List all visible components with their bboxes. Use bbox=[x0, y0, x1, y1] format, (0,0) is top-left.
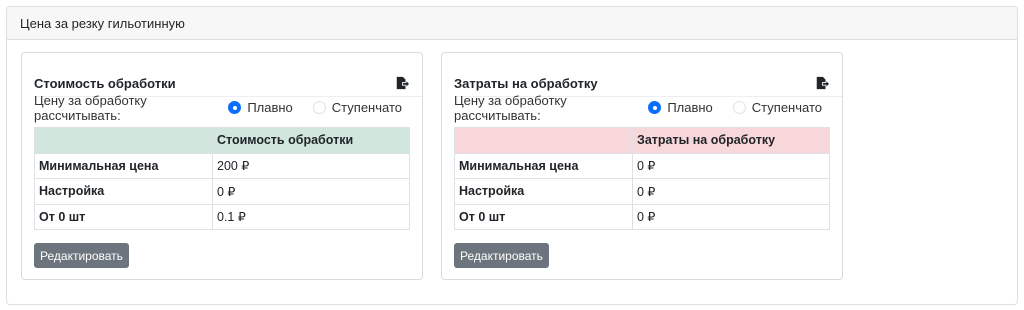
radio-smooth-label: Плавно bbox=[247, 100, 293, 115]
row-label: От 0 шт bbox=[454, 203, 633, 230]
processing-expenses-table: Затраты на обработку Минимальная цена 0 … bbox=[454, 127, 830, 230]
row-value: 0 ₽ bbox=[632, 178, 830, 205]
row-value: 0.1 ₽ bbox=[212, 203, 410, 230]
table-row: От 0 шт 0 ₽ bbox=[454, 203, 830, 230]
calc-mode-label: Цену за обработку рассчитывать: bbox=[34, 92, 147, 123]
table-row: Настройка 0 ₽ bbox=[454, 178, 830, 205]
radio-step-label: Ступенчато bbox=[331, 100, 402, 115]
row-value: 0 ₽ bbox=[632, 203, 830, 230]
row-label: От 0 шт bbox=[34, 203, 213, 230]
table-row: От 0 шт 0.1 ₽ bbox=[34, 203, 410, 230]
processing-cost-card: Стоимость обработки Цену за обработку ра… bbox=[21, 52, 423, 280]
radio-smooth-label: Плавно bbox=[667, 100, 713, 115]
radio-step-indicator[interactable] bbox=[312, 101, 326, 114]
processing-cost-table: Стоимость обработки Минимальная цена 200… bbox=[34, 127, 410, 230]
row-value: 0 ₽ bbox=[212, 178, 410, 205]
table-row: Минимальная цена 200 ₽ bbox=[34, 152, 410, 179]
calc-mode-row: Цену за обработку рассчитывать: Плавно С… bbox=[454, 93, 842, 123]
calc-mode-row: Цену за обработку рассчитывать: Плавно С… bbox=[34, 93, 422, 123]
card-title: Стоимость обработки bbox=[34, 75, 176, 91]
row-label: Минимальная цена bbox=[34, 152, 213, 179]
radio-step[interactable]: Ступенчато bbox=[732, 100, 822, 115]
row-label: Минимальная цена bbox=[454, 152, 633, 179]
card-title: Затраты на обработку bbox=[454, 75, 598, 91]
calc-mode-label: Цену за обработку рассчитывать: bbox=[454, 92, 567, 123]
table-header-row: Затраты на обработку bbox=[454, 127, 830, 154]
row-label: Настройка bbox=[454, 178, 633, 205]
radio-smooth-indicator[interactable] bbox=[228, 101, 242, 114]
radio-step-indicator[interactable] bbox=[732, 101, 746, 114]
edit-button[interactable]: Редактировать bbox=[454, 243, 549, 268]
file-export-icon[interactable] bbox=[394, 75, 410, 91]
guillotine-cutting-price-panel: Цена за резку гильотинную Стоимость обра… bbox=[6, 6, 1018, 305]
file-export-icon[interactable] bbox=[814, 75, 830, 91]
row-value: 0 ₽ bbox=[632, 152, 830, 179]
row-value: 200 ₽ bbox=[212, 152, 410, 179]
table-row: Настройка 0 ₽ bbox=[34, 178, 410, 205]
radio-step[interactable]: Ступенчато bbox=[312, 100, 402, 115]
edit-button[interactable]: Редактировать bbox=[34, 243, 129, 268]
radio-step-label: Ступенчато bbox=[751, 100, 822, 115]
radio-smooth[interactable]: Плавно bbox=[648, 100, 713, 115]
table-header-row: Стоимость обработки bbox=[34, 127, 410, 154]
radio-smooth[interactable]: Плавно bbox=[228, 100, 293, 115]
table-corner-cell bbox=[34, 127, 213, 154]
column-header: Затраты на обработку bbox=[632, 127, 830, 154]
radio-smooth-indicator[interactable] bbox=[648, 101, 662, 114]
table-row: Минимальная цена 0 ₽ bbox=[454, 152, 830, 179]
table-corner-cell bbox=[454, 127, 633, 154]
processing-expenses-card: Затраты на обработку Цену за обработку р… bbox=[441, 52, 843, 280]
row-label: Настройка bbox=[34, 178, 213, 205]
column-header: Стоимость обработки bbox=[212, 127, 410, 154]
panel-title: Цена за резку гильотинную bbox=[7, 7, 1017, 40]
